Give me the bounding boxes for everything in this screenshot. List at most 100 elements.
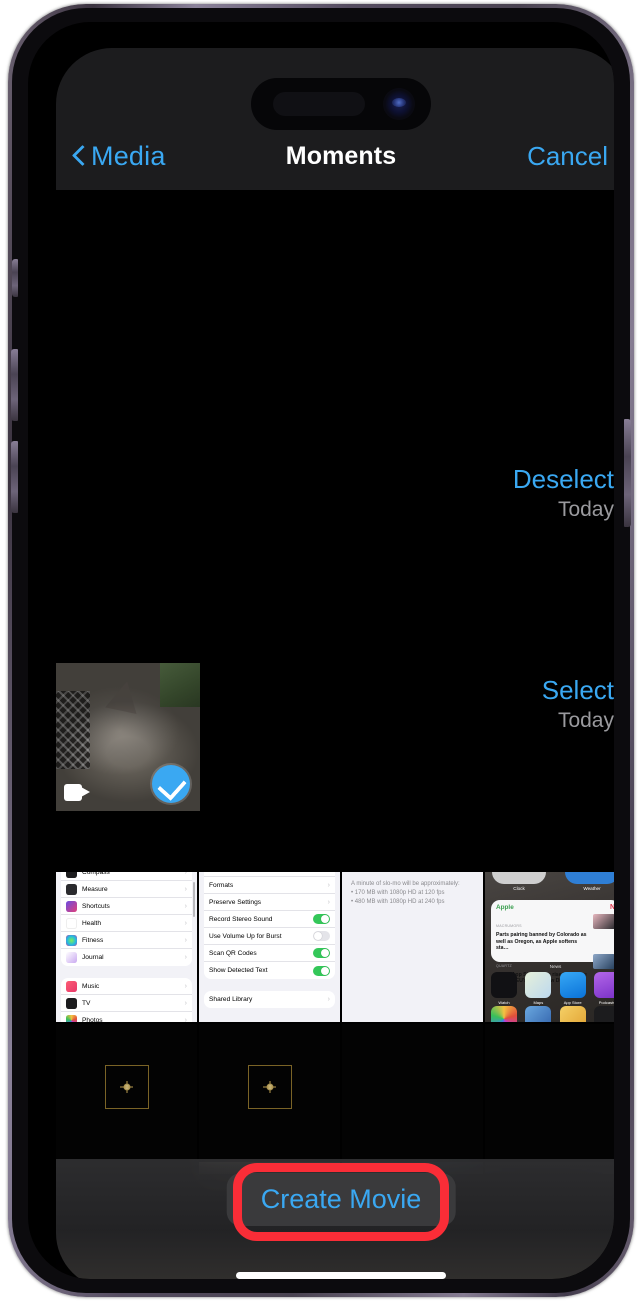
chevron-right-icon: › [184,936,187,944]
app-icon-watch[interactable]: Watch [491,972,517,1005]
news-widget: Apple N MACRUMORS Parts pairing banned b… [491,900,614,984]
cancel-button[interactable]: Cancel [527,134,608,178]
settings-row: Use Volume Up for Burst [204,928,335,945]
volume-up-button[interactable] [11,349,18,421]
chevron-right-icon: › [327,881,330,889]
news-story-headline: Parts pairing banned by Colorado as well… [496,932,587,952]
section-date-label: Today [557,498,614,521]
clock-widget-label: Clock [513,886,525,891]
phone-frame: Media Moments Cancel Deselect Today Sele… [8,4,634,1297]
settings-row-label: Music [82,982,100,990]
maps-app-icon [525,972,552,998]
dark-photo [56,1024,197,1174]
media-thumbnail-settings-list[interactable]: Compass › Measure › Shortcuts › Health ›… [56,872,197,1022]
power-button[interactable] [624,419,631,527]
focus-point-icon [266,1083,273,1091]
news-app-icon: N [609,904,614,911]
shortcuts-app-icon [66,900,77,912]
media-thumbnail-slomo-info[interactable]: A minute of slo-mo will be approximately… [342,872,483,1022]
settings-row: Compass › [61,872,192,881]
volume-down-button[interactable] [11,441,18,513]
settings-row-label: Record Stereo Sound [209,915,273,923]
chevron-right-icon: › [184,902,187,910]
home-screen-app-row-2 [491,1006,614,1022]
focus-reticle-icon [104,1065,149,1109]
settings-row: Journal › [61,949,192,966]
weather-widget-label: Weather [583,886,601,891]
settings-row-label: Formats [209,881,234,889]
fitness-app-icon [66,934,77,946]
settings-row: Music › [61,978,192,995]
create-movie-button[interactable]: Create Movie [226,1173,456,1226]
app-icon-maps[interactable]: Maps [525,972,552,1005]
photos-app-icon [66,1015,77,1022]
news-story-thumbnail [593,914,614,929]
settings-row: Scan QR Codes [204,945,335,962]
media-thumbnail-dark-4[interactable] [485,1024,614,1174]
deselect-button[interactable]: Deselect [513,464,614,494]
news-story-source: MACRUMORS [496,924,522,928]
media-thumbnail-home-screen[interactable]: Clock Weather Apple N MACRUMORS Parts pa… [485,872,614,1022]
chevron-right-icon: › [184,999,187,1007]
mute-switch-button[interactable] [12,259,18,297]
settings-group-2: Music › TV › Photos › [61,978,192,1022]
tv-app-icon [66,997,77,1009]
toggle-switch-on [313,948,330,958]
bottom-toolbar: Create Movie [56,1159,614,1279]
media-grid-row-1: Compass › Measure › Shortcuts › Health ›… [56,872,614,1022]
photos-app-icon[interactable] [491,1006,517,1022]
video-camera-body [64,784,82,801]
app-store-app-icon [559,972,586,998]
settings-row: Show Detected Text [204,962,335,979]
settings-row: Shared Library › [204,991,335,1008]
screen-bezel: Media Moments Cancel Deselect Today Sele… [28,22,614,1279]
media-thumbnail-selected-video[interactable] [56,663,200,811]
settings-row: Measure › [61,881,192,898]
settings-row-label: Preserve Settings [209,898,262,906]
shortcuts-cat-app-icon[interactable] [559,1006,586,1022]
screenshot-scroll-indicator [193,882,195,917]
media-thumbnail-dark-3[interactable] [342,1024,483,1174]
home-screen-screenshot: Clock Weather Apple N MACRUMORS Parts pa… [485,872,614,1022]
journal-app-icon [66,952,77,963]
chevron-right-icon: › [184,872,187,876]
settings-row-label: Use Volume Up for Burst [209,932,282,940]
phone-screen: Media Moments Cancel Deselect Today Sele… [56,48,614,1279]
settings-row: Record Stereo Sound [204,911,335,928]
chevron-right-icon: › [327,996,330,1003]
app-label: Podcasts [598,1000,614,1005]
clock-widget [492,872,546,884]
app-label: Watch [498,1000,510,1005]
settings-row-label: Show Detected Text [209,967,268,974]
settings-row: Photos › [61,1012,192,1022]
settings-row-label: Fitness [82,936,104,944]
settings-row-label: Shared Library [209,996,253,1003]
media-picker-scroll-area[interactable]: Deselect Today Select Today Compass › Me… [56,190,614,1279]
dark-photo [199,1024,340,1174]
dark-photo [342,1024,483,1174]
settings-row: TV › [61,995,192,1012]
news-story: MACRUMORS Parts pairing banned by Colora… [496,914,614,952]
numbers-app-icon[interactable] [525,1006,552,1022]
media-thumbnail-dark-1[interactable] [56,1024,197,1174]
settings-row: Health › [61,915,192,932]
selected-checkmark-icon[interactable] [152,765,190,803]
select-button[interactable]: Select [542,675,614,705]
focus-point-icon [123,1083,130,1091]
home-indicator[interactable] [236,1272,446,1279]
media-thumbnail-camera-settings[interactable]: Record Stereo › Formats › Preserve Setti… [199,872,340,1022]
safari-app-icon[interactable] [593,1006,614,1022]
app-label: App Store [563,1000,582,1005]
chevron-right-icon: › [184,885,187,893]
home-screen-app-row-1: Watch Maps App Store Podcasts [491,972,614,1005]
earpiece-speaker-icon [273,92,365,116]
app-icon-podcasts[interactable]: Podcasts [593,972,614,1005]
chevron-right-icon: › [184,954,187,961]
focus-reticle-icon [247,1065,292,1109]
media-thumbnail-dark-2[interactable] [199,1024,340,1174]
navigation-bar-row: Media Moments Cancel [56,134,614,178]
app-icon-app-store[interactable]: App Store [559,972,586,1005]
news-widget-brand: Apple [496,904,514,911]
section-header-deselect: Deselect Today [513,464,614,524]
toggle-switch-on [313,914,330,924]
